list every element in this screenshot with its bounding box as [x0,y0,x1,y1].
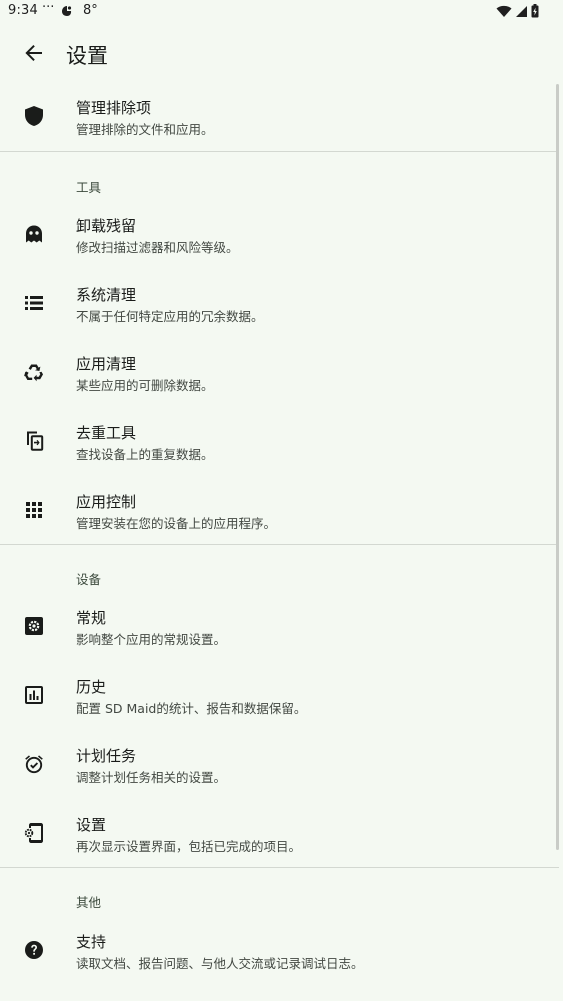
arrow-back-icon [24,43,44,63]
settings-item-summary: 查找设备上的重复数据。 [76,447,214,462]
status-bar: 9:34 ··· 8° [0,0,563,24]
list-icon [22,291,46,315]
duplicate-icon [22,429,46,453]
status-time: 9:34 [8,3,38,18]
settings-item-title: 设置 [76,816,107,834]
settings-item-system-cleaner[interactable]: 系统清理 不属于任何特定应用的冗余数据。 [0,269,559,338]
phone-setup-icon [22,821,46,845]
status-icons [496,4,539,18]
settings-item-setup[interactable]: 设置 再次显示设置界面，包括已完成的项目。 [0,799,559,868]
app-bar: 设置 [0,24,563,82]
settings-item-title: 系统清理 [76,286,137,304]
category-header-other: 其他 [76,895,102,910]
settings-item-title: 卸载残留 [76,217,137,235]
back-button[interactable] [14,33,54,73]
settings-item-summary: 管理安装在您的设备上的应用程序。 [76,516,277,531]
settings-item-summary: 不属于任何特定应用的冗余数据。 [76,309,264,324]
settings-item-summary: 修改扫描过滤器和风险等级。 [76,240,239,255]
page-title: 设置 [66,44,108,68]
settings-item-support[interactable]: 支持 读取文档、报告问题、与他人交流或记录调试日志。 [0,916,559,985]
settings-item-summary: 调整计划任务相关的设置。 [76,770,227,785]
settings-item-summary: 再次显示设置界面，包括已完成的项目。 [76,839,302,854]
divider [0,867,559,868]
battery-icon [531,4,539,18]
app-notification-icon [61,5,73,17]
settings-item-title: 应用控制 [76,493,137,511]
settings-item-summary: 某些应用的可删除数据。 [76,378,214,393]
settings-item-title: 管理排除项 [76,99,152,117]
settings-item-deduplicator[interactable]: 去重工具 查找设备上的重复数据。 [0,407,559,476]
shield-icon [22,104,46,128]
settings-item-title: 常规 [76,609,107,627]
settings-item-title: 去重工具 [76,424,137,442]
settings-item-app-control[interactable]: 应用控制 管理安装在您的设备上的应用程序。 [0,476,559,545]
settings-item-scheduler[interactable]: 计划任务 调整计划任务相关的设置。 [0,730,559,799]
settings-item-general[interactable]: 常规 影响整个应用的常规设置。 [0,592,559,661]
settings-item-summary: 读取文档、报告问题、与他人交流或记录调试日志。 [76,956,364,971]
category-header-device: 设备 [76,572,102,587]
settings-box-icon [22,614,46,638]
apps-grid-icon [22,498,46,522]
settings-item-summary: 管理排除的文件和应用。 [76,122,214,137]
settings-item-title: 支持 [76,933,107,951]
settings-list[interactable]: 管理排除项 管理排除的文件和应用。 工具 卸载残留 修改扫描过滤器和风险等级。 … [0,82,563,1001]
settings-item-title: 历史 [76,678,107,696]
status-more-dots: ··· [42,0,55,15]
wifi-icon [496,5,512,18]
settings-item-exclusions[interactable]: 管理排除项 管理排除的文件和应用。 [0,82,559,151]
recycle-icon [22,360,46,384]
ghost-icon [22,222,46,246]
settings-item-title: 计划任务 [76,747,137,765]
status-temperature: 8° [83,3,98,18]
category-header-tools: 工具 [76,180,102,195]
divider [0,151,559,152]
divider [0,544,559,545]
settings-item-summary: 配置 SD Maid的统计、报告和数据保留。 [76,701,307,716]
settings-item-app-cleaner[interactable]: 应用清理 某些应用的可删除数据。 [0,338,559,407]
settings-item-summary: 影响整个应用的常规设置。 [76,632,227,647]
signal-icon [515,5,528,18]
settings-item-corpse-finder[interactable]: 卸载残留 修改扫描过滤器和风险等级。 [0,200,559,269]
settings-item-history[interactable]: 历史 配置 SD Maid的统计、报告和数据保留。 [0,661,559,730]
alarm-icon [22,752,46,776]
chart-icon [22,683,46,707]
settings-item-title: 应用清理 [76,355,137,373]
scrollbar[interactable] [556,84,559,850]
help-icon [22,938,46,962]
